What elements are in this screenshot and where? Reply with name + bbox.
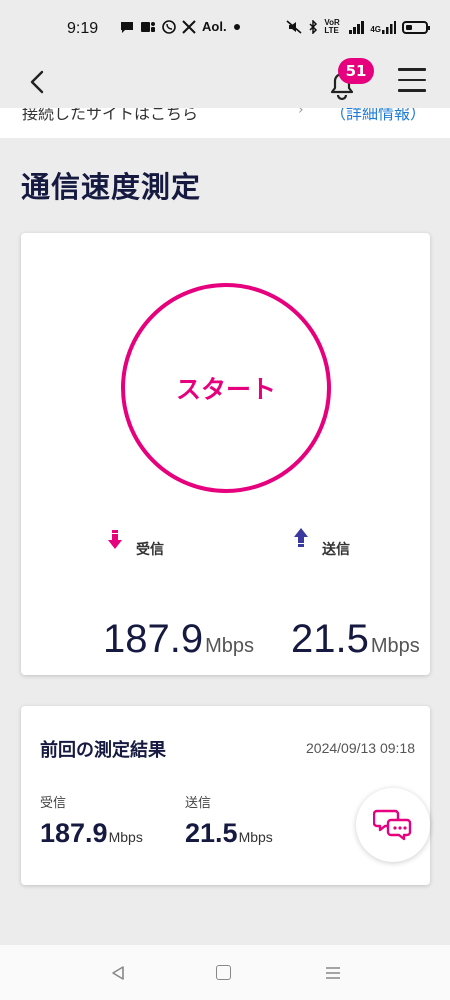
- menu-line: [398, 78, 426, 81]
- upload-speed-value: 21.5: [291, 617, 369, 661]
- previous-download-label: 受信: [40, 796, 67, 811]
- menu-line: [398, 68, 426, 71]
- previous-download-value: 187.9: [40, 818, 108, 848]
- previous-result-date: 2024/09/13 09:18: [306, 740, 415, 756]
- download-arrow-icon: [108, 530, 122, 549]
- speed-test-card: スタート 受信 送信 187.9 Mbps 21.5 Mbps: [21, 233, 430, 675]
- mute-icon: [286, 20, 302, 34]
- signal-4g-icon: 4G: [370, 20, 396, 34]
- download-speed-unit: Mbps: [205, 635, 255, 657]
- dot-icon: [233, 23, 240, 30]
- chevron-left-icon: [30, 70, 44, 94]
- start-button-label: スタート: [175, 375, 276, 404]
- start-button[interactable]: スタート: [121, 283, 331, 493]
- nav-back-icon[interactable]: [110, 965, 126, 981]
- battery-icon: [402, 20, 430, 34]
- chat-bubble-icon: [121, 21, 133, 33]
- chat-bubbles-icon: [373, 809, 412, 841]
- download-label: 受信: [136, 542, 164, 558]
- menu-line: [398, 89, 426, 92]
- upload-speed-unit: Mbps: [370, 635, 420, 657]
- notification-badge: 51: [338, 58, 374, 84]
- viber-icon: [162, 19, 176, 34]
- previous-upload-speed: 21.5Mbps: [185, 818, 273, 849]
- upload-label: 送信: [322, 542, 350, 558]
- chat-support-button[interactable]: [356, 788, 430, 862]
- nav-recents-icon[interactable]: [325, 965, 341, 981]
- download-speed: 187.9 Mbps: [103, 617, 254, 662]
- connected-site-text[interactable]: 接続したサイトはこちら: [22, 108, 198, 124]
- menu-button[interactable]: [398, 68, 428, 96]
- chevron-icon: ›: [298, 108, 304, 118]
- bluetooth-icon: [309, 20, 318, 34]
- scrolled-link-strip: 接続したサイトはこちら › （詳細情報）: [0, 108, 450, 138]
- download-speed-value: 187.9: [103, 617, 204, 661]
- nav-home-icon[interactable]: [216, 965, 231, 980]
- status-left-icons: Aol.: [120, 19, 241, 34]
- page-title: 通信速度測定: [21, 170, 202, 204]
- status-bar: 9:19 Aol. VoR LTE 4G: [0, 0, 450, 56]
- details-link[interactable]: （詳細情報）: [330, 108, 426, 124]
- previous-result-title: 前回の測定結果: [40, 740, 166, 761]
- previous-upload-unit: Mbps: [238, 829, 273, 845]
- volte-icon: VoR LTE: [324, 18, 340, 35]
- previous-upload-label: 送信: [185, 796, 212, 811]
- system-nav-bar: [0, 945, 450, 1000]
- upload-arrow-icon: [294, 528, 308, 547]
- previous-upload-value: 21.5: [185, 818, 238, 848]
- previous-download-speed: 187.9Mbps: [40, 818, 143, 849]
- back-button[interactable]: [22, 64, 54, 100]
- teams-icon: [141, 21, 155, 32]
- upload-speed: 21.5 Mbps: [291, 617, 420, 662]
- status-time: 9:19: [67, 20, 99, 37]
- x-icon: [182, 19, 196, 34]
- previous-download-unit: Mbps: [108, 829, 143, 845]
- status-right-icons: VoR LTE 4G: [286, 18, 430, 35]
- aol-icon: Aol.: [202, 19, 227, 34]
- app-header: 51: [0, 56, 450, 108]
- signal-icon: [349, 20, 365, 34]
